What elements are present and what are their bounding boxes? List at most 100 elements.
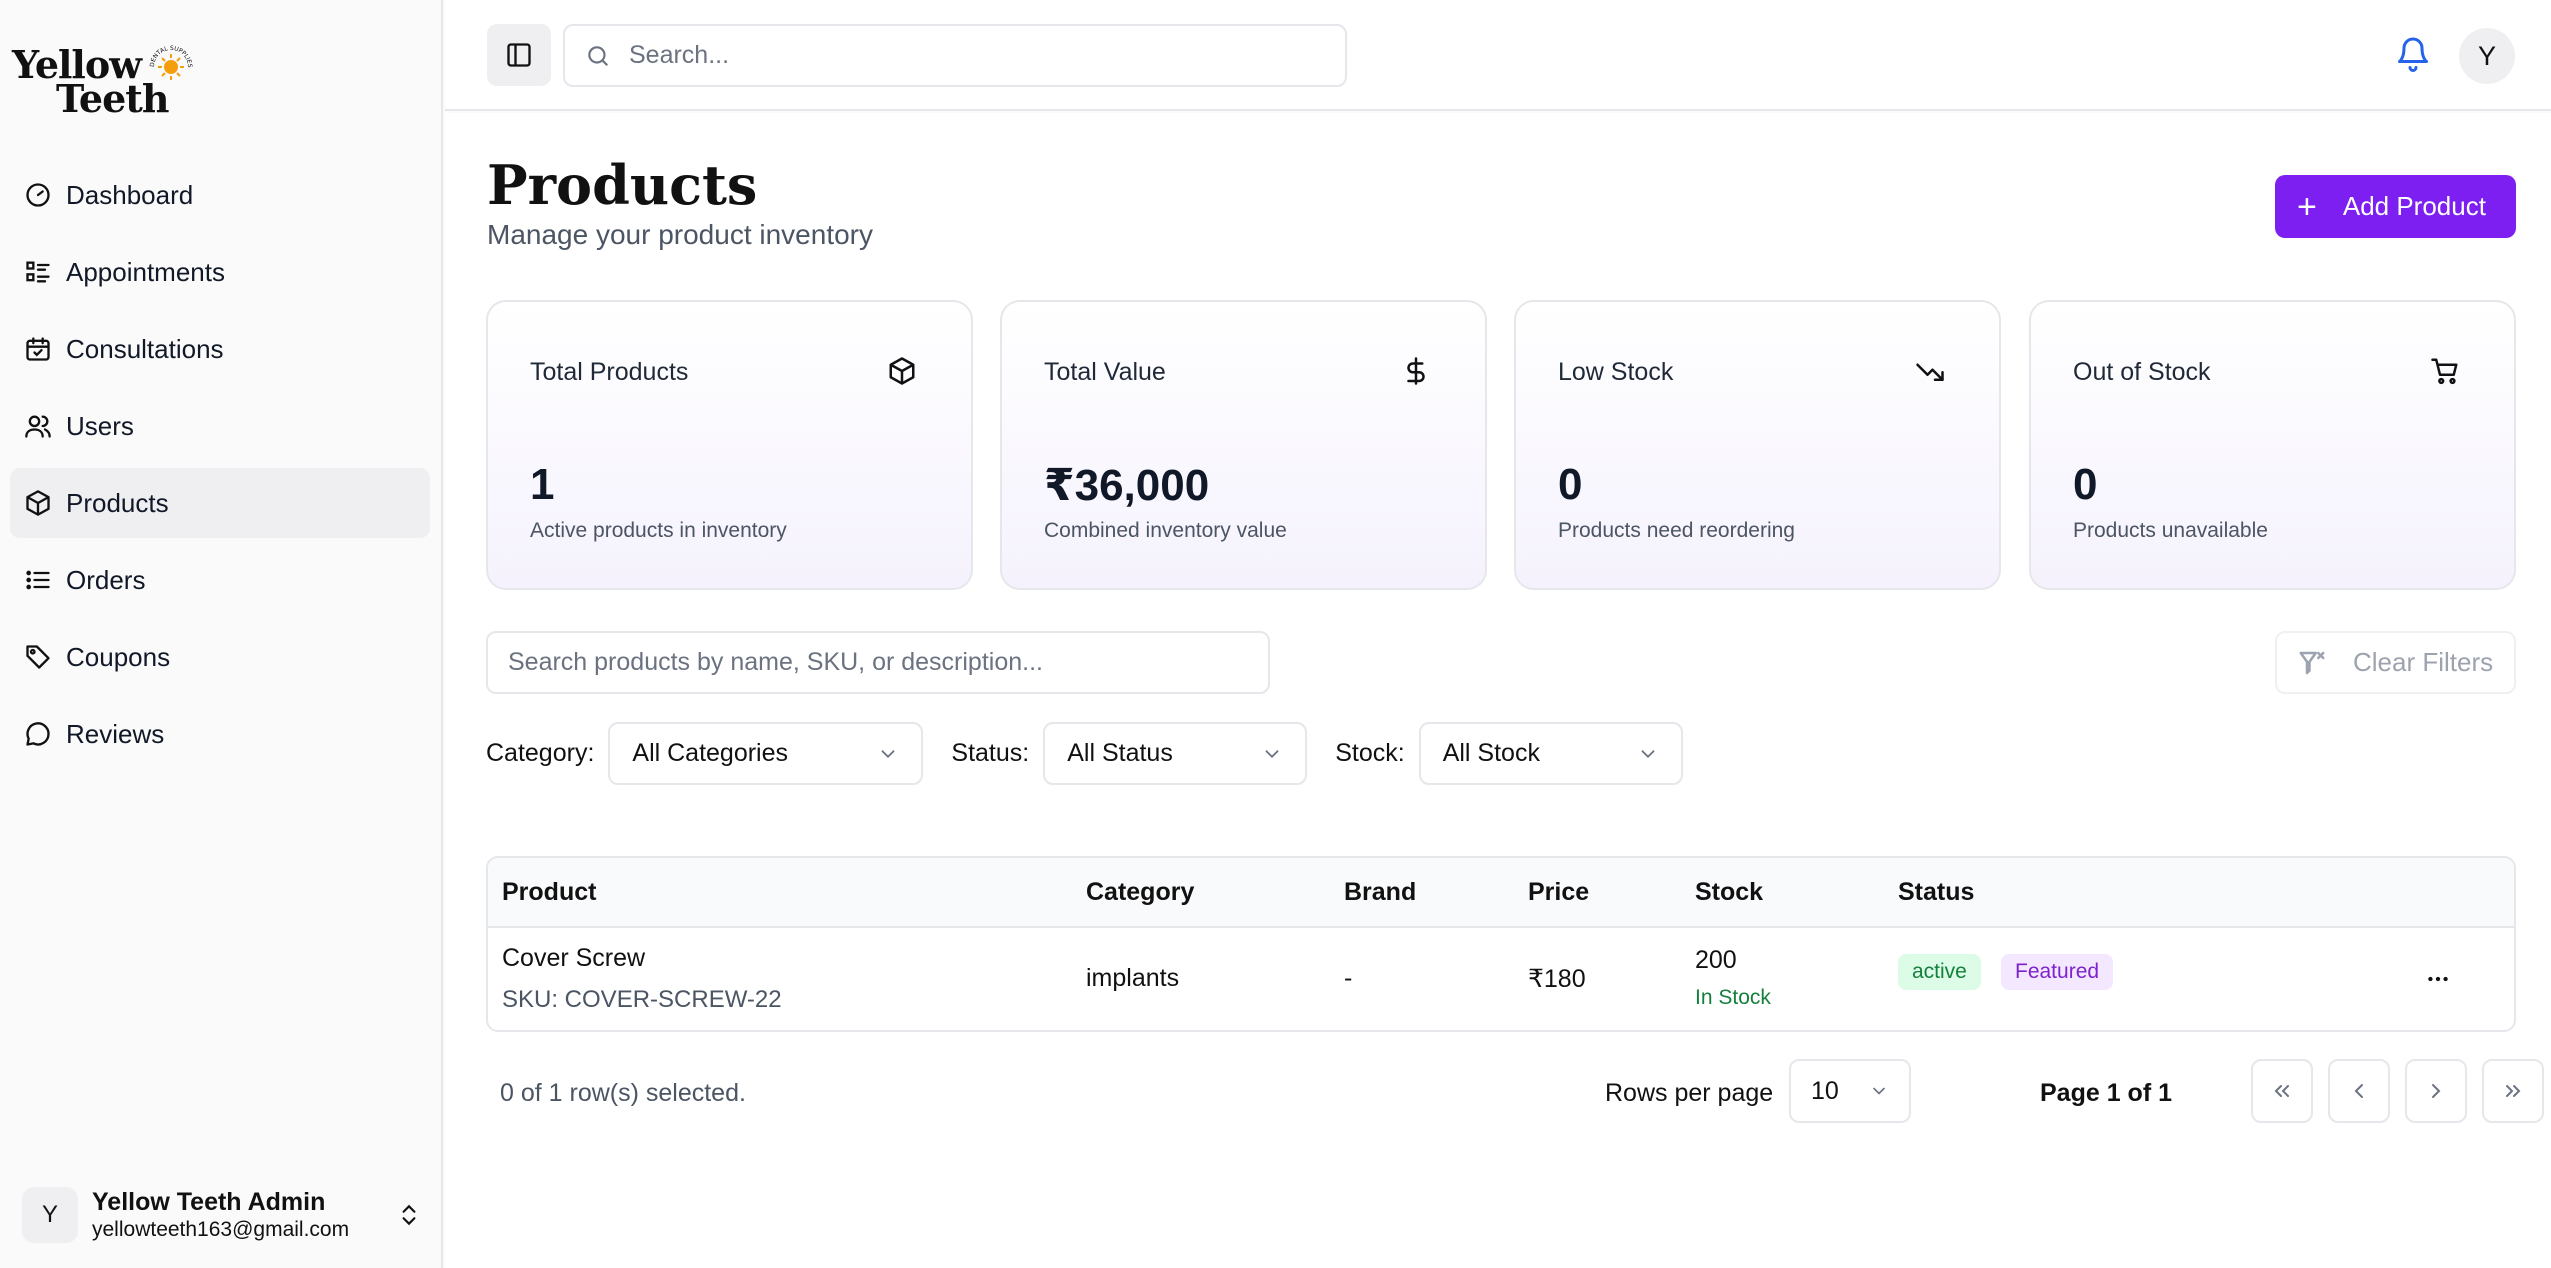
status-select[interactable]: All Status [1043, 722, 1308, 785]
clear-filters-label: Clear Filters [2353, 647, 2494, 677]
product-sku: SKU: COVER-SCREW-22 [502, 986, 782, 1013]
sidebar-toggle-button[interactable] [487, 24, 551, 86]
row-actions-button[interactable] [2423, 964, 2453, 994]
sidebar-item-label: Appointments [66, 256, 225, 287]
user-menu[interactable]: Y Yellow Teeth Admin yellowteeth163@gmai… [22, 1185, 422, 1245]
stock-status: In Stock [1695, 986, 1771, 1009]
stat-title: Low Stock [1558, 358, 1674, 386]
brand-logo[interactable]: Yellow Teeth DENTAL SUPPLIES [12, 36, 193, 121]
product-price: ₹180 [1528, 965, 1586, 993]
users-icon [25, 415, 51, 438]
product-search [486, 631, 1270, 694]
header-stock[interactable]: Stock [1695, 878, 1763, 907]
tag-icon [26, 645, 50, 669]
table-header: Product Category Brand Price Stock Statu… [488, 858, 2514, 928]
sidebar-item-dashboard[interactable]: Dashboard [10, 160, 430, 230]
stat-value: 0 [1558, 460, 1583, 509]
chevrons-left-icon [2274, 1085, 2289, 1097]
status-value: All Status [1067, 739, 1173, 767]
filters-row: Category: All Categories Status: All Sta… [486, 722, 1711, 785]
sidebar-item-appointments[interactable]: Appointments [10, 237, 430, 307]
header-price[interactable]: Price [1528, 878, 1589, 907]
sidebar-item-label: Dashboard [66, 179, 194, 210]
sidebar-nav: Dashboard Appointments Consultations Use… [10, 160, 430, 776]
sidebar-item-products[interactable]: Products [10, 468, 430, 538]
rows-per-page-label: Rows per page [1605, 1079, 1774, 1107]
pagination: 0 of 1 row(s) selected. Rows per page 10… [486, 1059, 2544, 1125]
calendar-icon [26, 337, 50, 361]
chevron-left-icon [2354, 1084, 2363, 1098]
rows-per-page-select[interactable]: 10 [1789, 1059, 1911, 1123]
rows-per-page-value: 10 [1811, 1076, 1839, 1105]
stock-value: All Stock [1442, 739, 1540, 767]
list-ordered-icon [26, 570, 50, 590]
main-content: Products Manage your product inventory +… [445, 113, 2551, 1268]
next-page-button[interactable] [2405, 1059, 2467, 1123]
user-email: yellowteeth163@gmail.com [92, 1218, 350, 1241]
search-input[interactable] [629, 41, 1229, 70]
stock-select[interactable]: All Stock [1418, 722, 1683, 785]
add-product-label: Add Product [2342, 191, 2486, 221]
global-search [563, 24, 1347, 87]
plus-icon: + [2297, 187, 2317, 226]
stat-title: Total Products [530, 358, 689, 386]
sidebar-item-orders[interactable]: Orders [10, 545, 430, 615]
search-icon [588, 45, 608, 66]
add-product-button[interactable]: + Add Product [2275, 175, 2516, 238]
page-info: Page 1 of 1 [2040, 1079, 2172, 1107]
category-value: All Categories [632, 739, 789, 767]
chevron-down-icon [881, 749, 895, 758]
sidebar: Yellow Teeth DENTAL SUPPLIES Dashboard A… [0, 0, 443, 1268]
previous-page-button[interactable] [2328, 1059, 2390, 1123]
panel-left-icon [507, 43, 531, 67]
status-badge: active [1898, 954, 1981, 990]
chevrons-right-icon [2506, 1085, 2521, 1097]
table-row[interactable]: Cover Screw SKU: COVER-SCREW-22 implants… [488, 928, 2514, 1030]
clear-filters-button[interactable]: Clear Filters [2275, 631, 2516, 694]
sidebar-item-users[interactable]: Users [10, 391, 430, 461]
stat-value: 0 [2073, 460, 2098, 509]
header-category[interactable]: Category [1086, 878, 1194, 907]
bell-icon[interactable] [2395, 36, 2431, 72]
stat-value: ₹36,000 [1044, 461, 1210, 510]
stat-card-total-products: Total Products 1 Active products in inve… [486, 300, 973, 590]
stat-desc: Products unavailable [2073, 519, 2268, 542]
sun-seal-icon: DENTAL SUPPLIES [149, 45, 193, 80]
sidebar-item-reviews[interactable]: Reviews [10, 699, 430, 769]
stats-cards: Total Products 1 Active products in inve… [486, 300, 2516, 590]
stat-card-out-of-stock: Out of Stock 0 Products unavailable [2029, 300, 2516, 590]
sidebar-item-label: Users [66, 410, 134, 441]
last-page-button[interactable] [2482, 1059, 2544, 1123]
header-brand[interactable]: Brand [1344, 878, 1416, 907]
chevron-down-icon [1265, 749, 1279, 758]
stock-label: Stock: [1335, 739, 1405, 767]
stat-desc: Products need reordering [1558, 519, 1795, 542]
status-label: Status: [951, 739, 1030, 767]
package-icon [889, 357, 915, 385]
products-table: Product Category Brand Price Stock Statu… [486, 856, 2516, 1032]
header-product[interactable]: Product [502, 878, 596, 907]
stat-card-total-value: Total Value ₹36,000 Combined inventory v… [1000, 300, 1487, 590]
stat-title: Out of Stock [2073, 358, 2211, 386]
first-page-button[interactable] [2251, 1059, 2313, 1123]
product-brand: - [1344, 964, 1353, 992]
sidebar-item-coupons[interactable]: Coupons [10, 622, 430, 692]
page-subtitle: Manage your product inventory [487, 219, 873, 250]
avatar: Y [22, 1187, 78, 1243]
more-horizontal-icon [2428, 976, 2448, 982]
chevron-down-icon [1873, 1087, 1885, 1095]
selection-count: 0 of 1 row(s) selected. [500, 1079, 746, 1107]
product-category: implants [1086, 964, 1180, 992]
package-icon [26, 490, 50, 516]
dollar-icon [1407, 357, 1425, 385]
category-select[interactable]: All Categories [608, 722, 924, 785]
avatar[interactable]: Y [2459, 28, 2515, 84]
header-status[interactable]: Status [1898, 878, 1974, 907]
user-name: Yellow Teeth Admin [92, 1188, 326, 1216]
stat-title: Total Value [1044, 358, 1166, 386]
filter-x-icon [2299, 651, 2325, 674]
sidebar-item-label: Orders [66, 564, 146, 595]
product-search-input[interactable] [508, 648, 1248, 677]
sidebar-item-consultations[interactable]: Consultations [10, 314, 430, 384]
stat-value: 1 [530, 460, 555, 509]
